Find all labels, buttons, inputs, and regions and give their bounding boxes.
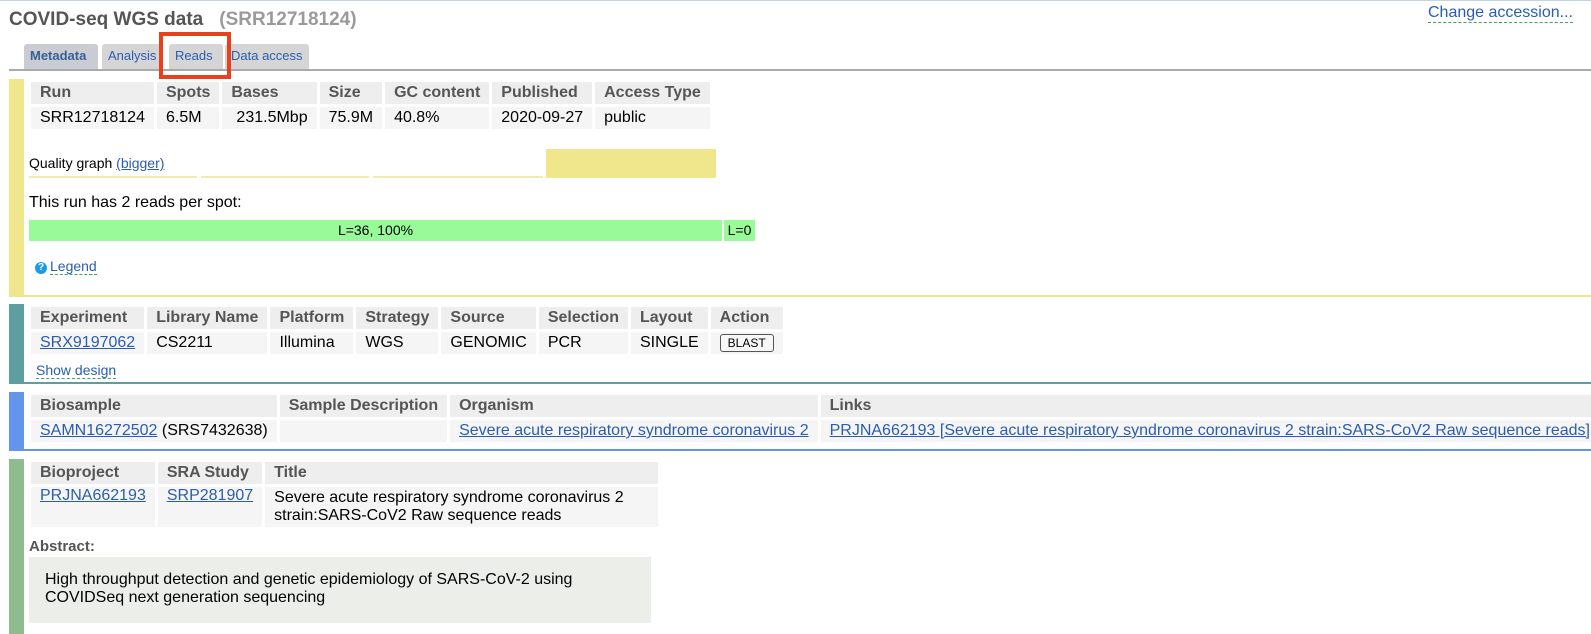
- run-size: 75.9M: [319, 107, 383, 129]
- source: GENOMIC: [441, 332, 536, 354]
- biosample-link[interactable]: SAMN16272502: [40, 422, 157, 439]
- quality-graph-segment: [373, 176, 543, 178]
- sra-study-cell: SRP281907: [157, 487, 263, 527]
- legend-link[interactable]: Legend: [50, 258, 97, 275]
- tab-data-access[interactable]: Data access: [225, 44, 309, 69]
- title-accession: (SRR12718124): [219, 9, 357, 30]
- legend[interactable]: ? Legend: [35, 258, 97, 275]
- abstract-label: Abstract:: [29, 538, 95, 555]
- header-action: Action: [710, 307, 783, 329]
- header-library-name: Library Name: [147, 307, 268, 329]
- header-sra-study: SRA Study: [157, 462, 263, 484]
- run-table: Run Spots Bases Size GC content Publishe…: [28, 79, 713, 132]
- experiment-section-bar: [9, 304, 24, 382]
- quality-graph-segment: [201, 176, 369, 178]
- show-design-link[interactable]: Show design: [36, 362, 117, 379]
- header-layout: Layout: [630, 307, 708, 329]
- organism-cell: Severe acute respiratory syndrome corona…: [450, 420, 818, 442]
- header-gc-content: GC content: [385, 82, 490, 104]
- quality-graph-block: [546, 149, 716, 178]
- bioproject-table: Bioproject SRA Study Title PRJNA662193 S…: [28, 459, 661, 530]
- header-size: Size: [319, 82, 383, 104]
- bioproject-table-header: Bioproject SRA Study Title: [31, 462, 659, 484]
- links-cell: PRJNA662193 [Severe acute respiratory sy…: [820, 420, 1591, 442]
- bioproject-link[interactable]: PRJNA662193: [40, 487, 146, 504]
- header-experiment: Experiment: [31, 307, 145, 329]
- header-bioproject: Bioproject: [31, 462, 155, 484]
- tab-analysis[interactable]: Analysis: [102, 44, 162, 69]
- run-gc-content: 40.8%: [385, 107, 490, 129]
- table-row: SRR12718124 6.5M 231.5Mbp 75.9M 40.8% 20…: [31, 107, 710, 129]
- header-access-type: Access Type: [595, 82, 710, 104]
- experiment-table-header: Experiment Library Name Platform Strateg…: [31, 307, 783, 329]
- platform: Illumina: [270, 332, 354, 354]
- tab-metadata[interactable]: Metadata: [24, 44, 98, 69]
- quality-graph-text: Quality graph: [29, 155, 113, 171]
- action-cell: BLAST: [710, 332, 783, 354]
- biosample-table: Biosample Sample Description Organism Li…: [28, 392, 1591, 445]
- biosample-section-bar: [9, 392, 24, 449]
- biosample-cell: SAMN16272502 (SRS7432638): [31, 420, 277, 442]
- bioproject-cell: PRJNA662193: [31, 487, 155, 527]
- table-row: PRJNA662193 SRP281907 Severe acute respi…: [31, 487, 659, 527]
- layout: SINGLE: [630, 332, 708, 354]
- read-bar-1: L=36, 100%: [29, 220, 722, 241]
- experiment-link[interactable]: SRX9197062: [40, 334, 135, 351]
- header-links: Links: [820, 395, 1591, 417]
- top-border: [0, 0, 1591, 1]
- sra-study-link[interactable]: SRP281907: [167, 487, 253, 504]
- run-bases: 231.5Mbp: [222, 107, 317, 129]
- header-strategy: Strategy: [356, 307, 439, 329]
- header-sample-description: Sample Description: [279, 395, 448, 417]
- project-title: Severe acute respiratory syndrome corona…: [265, 487, 659, 527]
- quality-graph-label: Quality graph (bigger): [29, 155, 164, 171]
- read-bar-2: L=0: [724, 220, 755, 241]
- change-accession-link[interactable]: Change accession...: [1428, 4, 1573, 23]
- header-organism: Organism: [450, 395, 818, 417]
- library-name: CS2211: [147, 332, 268, 354]
- header-platform: Platform: [270, 307, 354, 329]
- header-source: Source: [441, 307, 536, 329]
- organism-link[interactable]: Severe acute respiratory syndrome corona…: [459, 422, 809, 439]
- bioproject-links-link[interactable]: PRJNA662193 [Severe acute respiratory sy…: [830, 422, 1590, 439]
- experiment-table: Experiment Library Name Platform Strateg…: [28, 304, 786, 357]
- bioproject-section: [9, 459, 25, 634]
- run-table-header: Run Spots Bases Size GC content Publishe…: [31, 82, 710, 104]
- run-accession: SRR12718124: [31, 107, 154, 129]
- run-published: 2020-09-27: [492, 107, 593, 129]
- header-biosample: Biosample: [31, 395, 277, 417]
- title-text: COVID-seq WGS data: [9, 9, 204, 30]
- question-circle-icon: ?: [35, 262, 47, 274]
- header-title: Title: [265, 462, 659, 484]
- header-run: Run: [31, 82, 154, 104]
- run-section-bar: [9, 79, 24, 295]
- quality-graph-segment: [29, 176, 197, 178]
- page-title: COVID-seq WGS data (SRR12718124): [9, 9, 357, 31]
- strategy: WGS: [356, 332, 439, 354]
- tab-reads[interactable]: Reads: [169, 44, 223, 69]
- header-published: Published: [492, 82, 593, 104]
- biosample-table-header: Biosample Sample Description Organism Li…: [31, 395, 1591, 417]
- blast-button[interactable]: BLAST: [719, 334, 774, 352]
- table-row: SAMN16272502 (SRS7432638) Severe acute r…: [31, 420, 1591, 442]
- quality-graph-bigger-link[interactable]: (bigger): [116, 155, 164, 171]
- header-spots: Spots: [156, 82, 220, 104]
- reads-per-spot-text: This run has 2 reads per spot:: [29, 194, 242, 211]
- run-access-type: public: [595, 107, 710, 129]
- selection: PCR: [538, 332, 628, 354]
- header-bases: Bases: [222, 82, 317, 104]
- header-selection: Selection: [538, 307, 628, 329]
- run-spots: 6.5M: [156, 107, 220, 129]
- tab-underline: [9, 69, 1591, 71]
- abstract-text: High throughput detection and genetic ep…: [29, 557, 651, 623]
- experiment-cell: SRX9197062: [31, 332, 145, 354]
- table-row: SRX9197062 CS2211 Illumina WGS GENOMIC P…: [31, 332, 783, 354]
- biosample-srs: (SRS7432638): [161, 422, 268, 439]
- sample-description: [279, 420, 448, 442]
- bioproject-section-bar: [9, 459, 24, 634]
